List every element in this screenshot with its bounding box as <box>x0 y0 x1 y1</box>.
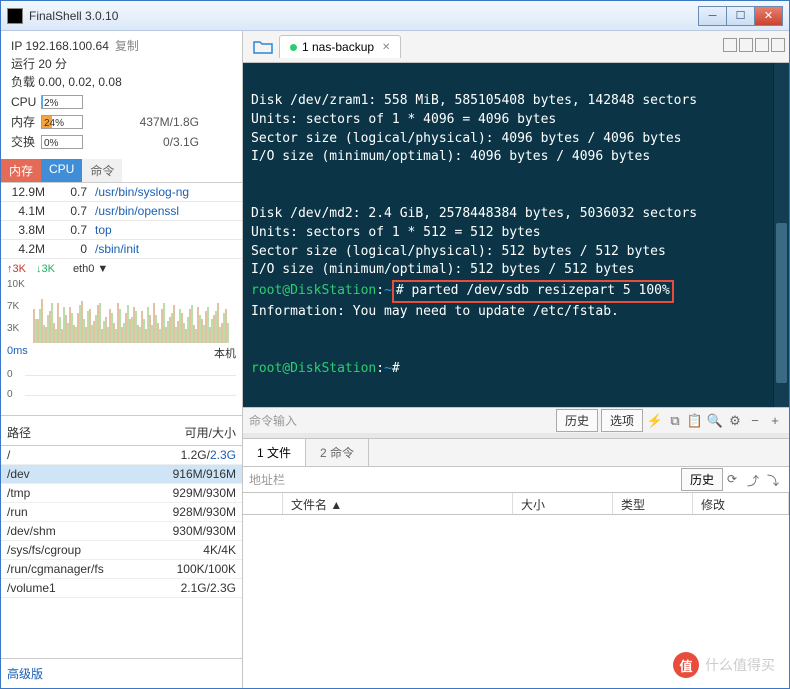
ip-value: 192.168.100.64 <box>25 39 108 53</box>
plus-icon[interactable]: + <box>767 413 783 429</box>
net-chart: 10K 7K 3K <box>7 279 236 343</box>
load: 负载 0.00, 0.02, 0.08 <box>11 73 232 91</box>
copy-link[interactable]: 复制 <box>115 39 139 53</box>
copy-icon[interactable]: ⧉ <box>667 413 683 429</box>
fs-row[interactable]: /sys/fs/cgroup4K/4K <box>1 541 242 560</box>
paste-icon[interactable]: 📋 <box>687 413 703 429</box>
fs-row[interactable]: /1.2G/2.3G <box>1 446 242 465</box>
col-size[interactable]: 大小 <box>513 493 613 514</box>
window-title: FinalShell 3.0.10 <box>29 9 699 23</box>
fs-row[interactable]: /volume12.1G/2.3G <box>1 579 242 598</box>
swap-bar: 0% <box>41 135 83 149</box>
close-button[interactable]: ✕ <box>754 6 783 26</box>
file-columns: 文件名 ▲ 大小 类型 修改 <box>243 493 789 515</box>
bolt-icon[interactable]: ⚡ <box>647 413 663 429</box>
process-row[interactable]: 12.9M0.7/usr/bin/syslog-ng <box>1 183 242 202</box>
main: 1 nas-backup ✕ Disk /dev/zram1: 558 MiB,… <box>243 31 789 688</box>
ip-label: IP <box>11 39 22 53</box>
tab-files[interactable]: 1 文件 <box>243 439 306 466</box>
folder-icon[interactable] <box>253 39 273 55</box>
mem-text: 437M/1.8G <box>89 113 199 131</box>
fs-row[interactable]: /dev/shm930M/930M <box>1 522 242 541</box>
fm-history-button[interactable]: 历史 <box>681 468 723 491</box>
tabstrip: 1 nas-backup ✕ <box>243 31 789 63</box>
highlighted-cmd: # parted /dev/sdb resizepart 5 100% <box>392 280 674 303</box>
uptime: 运行 20 分 <box>11 55 232 73</box>
mem-label: 内存 <box>11 113 41 131</box>
net-iface[interactable]: eth0 ▼ <box>73 263 108 275</box>
net-up: ↑3K <box>7 263 26 275</box>
net-down: ↓3K <box>36 263 55 275</box>
col-modified[interactable]: 修改 <box>693 493 789 514</box>
terminal-scrollbar[interactable] <box>773 63 789 407</box>
address-input[interactable]: 地址栏 <box>249 471 678 488</box>
minus-icon[interactable]: − <box>747 413 763 429</box>
swap-label: 交换 <box>11 133 41 151</box>
titlebar: FinalShell 3.0.10 ─ ☐ ✕ <box>1 1 789 31</box>
process-row[interactable]: 4.1M0.7/usr/bin/openssl <box>1 202 242 221</box>
process-row[interactable]: 3.8M0.7top <box>1 221 242 240</box>
app-icon <box>7 8 23 24</box>
fs-row[interactable]: /tmp929M/930M <box>1 484 242 503</box>
gear-icon[interactable]: ⚙ <box>727 413 743 429</box>
latency-chart: 0 0 <box>7 363 236 411</box>
file-list-empty <box>243 515 789 688</box>
history-button[interactable]: 历史 <box>556 409 598 432</box>
cmd-input-hint[interactable]: 命令输入 <box>249 412 553 429</box>
refresh-icon[interactable]: ⟳ <box>727 472 743 488</box>
tab-nas-backup[interactable]: 1 nas-backup ✕ <box>279 35 401 58</box>
fs-row[interactable]: /run/cgmanager/fs100K/100K <box>1 560 242 579</box>
latency-label: 0ms <box>7 345 28 361</box>
minimize-button[interactable]: ─ <box>698 6 727 26</box>
options-button[interactable]: 选项 <box>601 409 643 432</box>
fs-row[interactable]: /run928M/930M <box>1 503 242 522</box>
status-dot-icon <box>290 44 297 51</box>
process-row[interactable]: 4.2M0/sbin/init <box>1 240 242 259</box>
fs-path-header[interactable]: 路径 <box>7 424 148 441</box>
process-table: 12.9M0.7/usr/bin/syslog-ng4.1M0.7/usr/bi… <box>1 183 242 259</box>
cpu-bar: 2% <box>41 95 83 109</box>
fs-row[interactable]: /dev916M/916M <box>1 465 242 484</box>
cpu-label: CPU <box>11 93 41 111</box>
terminal[interactable]: Disk /dev/zram1: 558 MiB, 585105408 byte… <box>243 63 789 407</box>
sidebar: IP 192.168.100.64 复制 运行 20 分 负载 0.00, 0.0… <box>1 31 243 688</box>
latency-host[interactable]: 本机 <box>214 345 236 361</box>
search-icon[interactable]: 🔍 <box>707 413 723 429</box>
process-header: 内存 CPU 命令 <box>1 159 242 183</box>
tab-commands[interactable]: 2 命令 <box>306 439 369 466</box>
tab-close-icon[interactable]: ✕ <box>382 42 390 53</box>
col-type[interactable]: 类型 <box>613 493 693 514</box>
download-icon[interactable]: ⤵ <box>767 472 783 488</box>
fs-table: /1.2G/2.3G/dev916M/916M/tmp929M/930M/run… <box>1 446 242 658</box>
fs-size-header[interactable]: 可用/大小 <box>148 424 236 441</box>
swap-text: 0/3.1G <box>89 133 199 151</box>
upload-icon[interactable]: ⤴ <box>747 472 763 488</box>
col-name[interactable]: 文件名 ▲ <box>283 493 513 514</box>
terminal-footer: 命令输入 历史 选项 ⚡ ⧉ 📋 🔍 ⚙ − + <box>243 407 789 433</box>
file-manager: 1 文件 2 命令 地址栏 历史 ⟳ ⤴ ⤵ 文件名 ▲ 大小 类型 修改 <box>243 438 789 688</box>
maximize-button[interactable]: ☐ <box>726 6 755 26</box>
mem-bar: 24% <box>41 115 83 129</box>
advanced-link[interactable]: 高级版 <box>1 658 242 688</box>
view-icons[interactable] <box>721 38 785 55</box>
